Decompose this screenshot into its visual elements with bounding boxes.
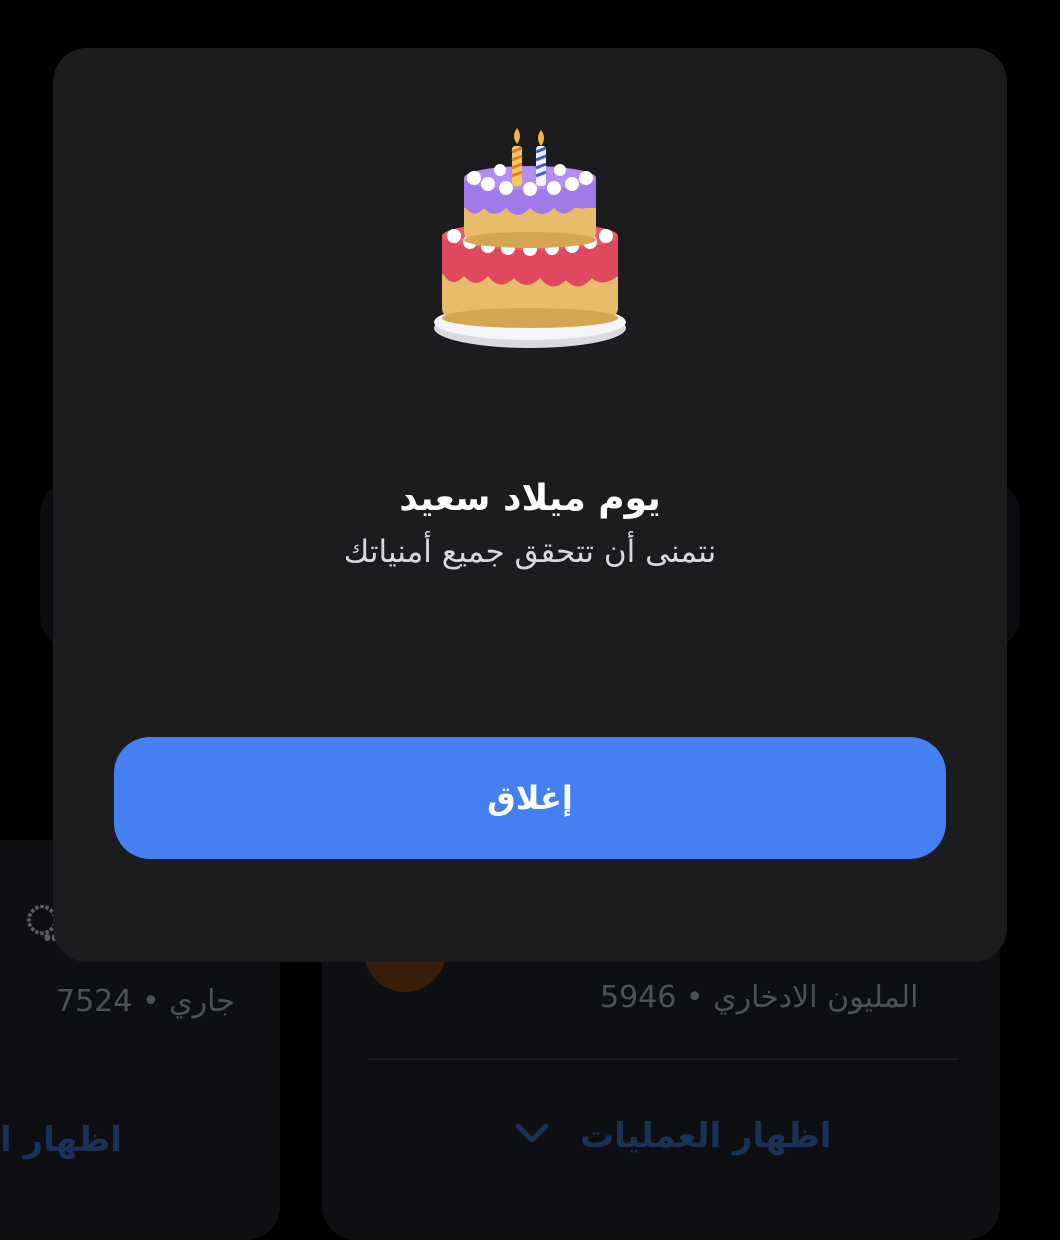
chevron-down-icon[interactable] bbox=[512, 1116, 552, 1148]
dialog-title: يوم ميلاد سعيد bbox=[399, 478, 661, 519]
birthday-cake-icon bbox=[434, 128, 626, 348]
account-subtitle: المليون الادخاري • 5946 bbox=[600, 980, 919, 1015]
dialog-subtitle: نتمنى أن تتحقق جميع أمنياتك bbox=[343, 534, 717, 570]
close-button[interactable]: إغلاق bbox=[114, 737, 946, 859]
account-subtitle: جاري • 7524 bbox=[56, 984, 235, 1019]
show-transactions-link[interactable]: اظهار العمليات bbox=[580, 1116, 831, 1156]
divider bbox=[368, 1058, 958, 1060]
show-transactions-link[interactable]: اظهار ا bbox=[0, 1120, 122, 1160]
